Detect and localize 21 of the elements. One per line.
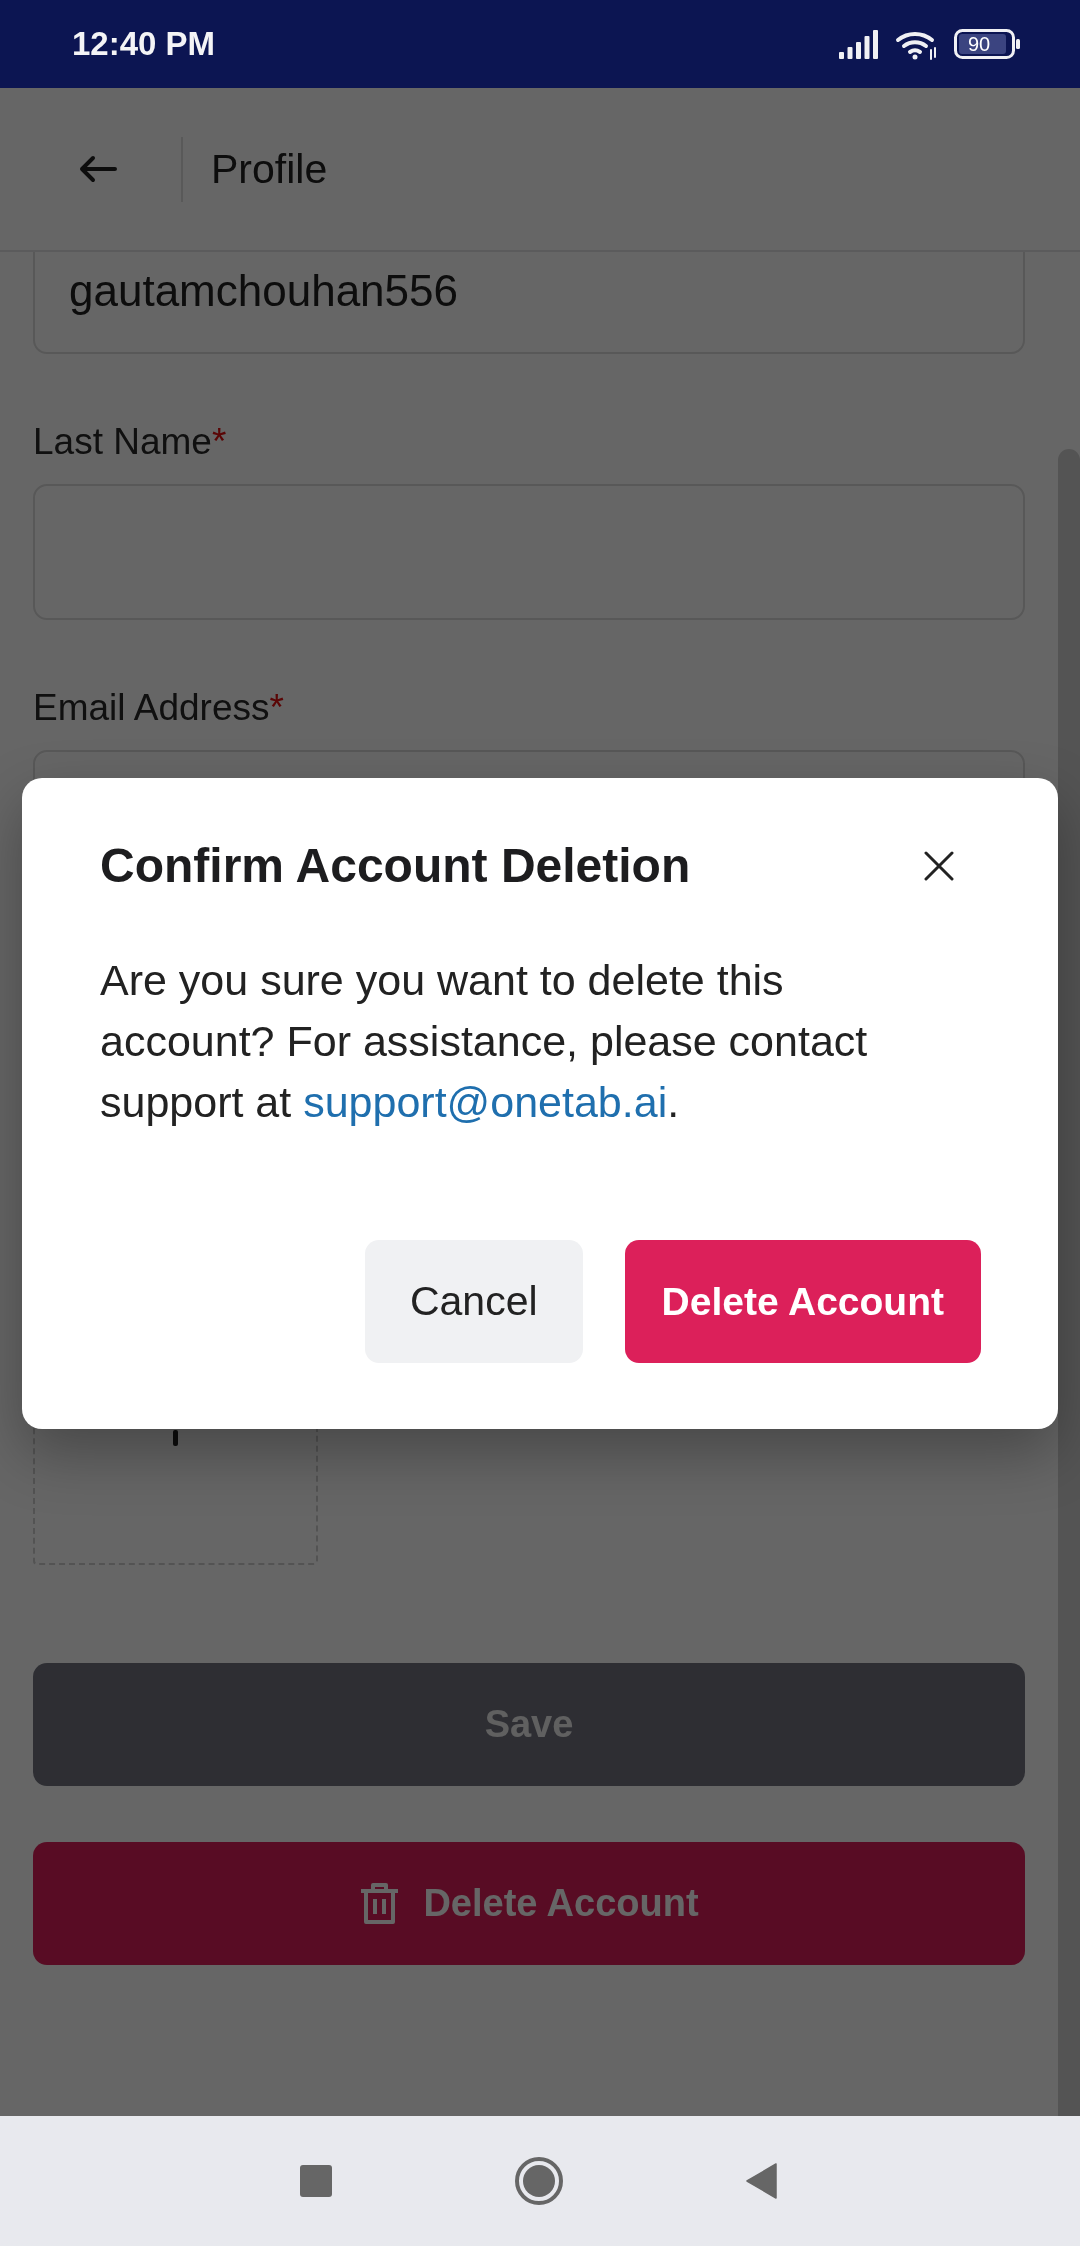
support-email-link[interactable]: support@onetab.ai — [303, 1078, 668, 1126]
back-arrow-icon[interactable] — [79, 155, 117, 183]
scrollbar[interactable] — [1058, 449, 1080, 2116]
back-icon[interactable] — [746, 2163, 777, 2199]
status-time: 12:40 PM — [72, 25, 216, 63]
trash-icon — [359, 1882, 401, 1925]
dialog-message: Are you sure you want to delete this account? For assistance, please contact support at support@onetab.ai. — [100, 955, 869, 1128]
field-label: Email Address* — [33, 686, 284, 730]
home-icon[interactable] — [515, 2157, 563, 2205]
text-field[interactable]: gautamchouhan556 — [33, 252, 1025, 354]
vertical-stroke-icon — [173, 1430, 178, 1446]
dialog-title: Confirm Account Deletion — [100, 838, 691, 894]
battery-percentage: 90 — [968, 32, 991, 56]
field-label: Last Name* — [33, 420, 227, 464]
page-title: Profile — [211, 145, 328, 193]
close-icon[interactable] — [924, 851, 954, 881]
battery-icon — [954, 29, 1021, 59]
signal-icon — [839, 29, 879, 59]
delete-account-button[interactable]: Delete Account — [33, 1842, 1025, 1965]
confirm-delete-button[interactable]: Delete Account — [624, 1240, 981, 1363]
cancel-button[interactable]: Cancel — [364, 1240, 583, 1363]
